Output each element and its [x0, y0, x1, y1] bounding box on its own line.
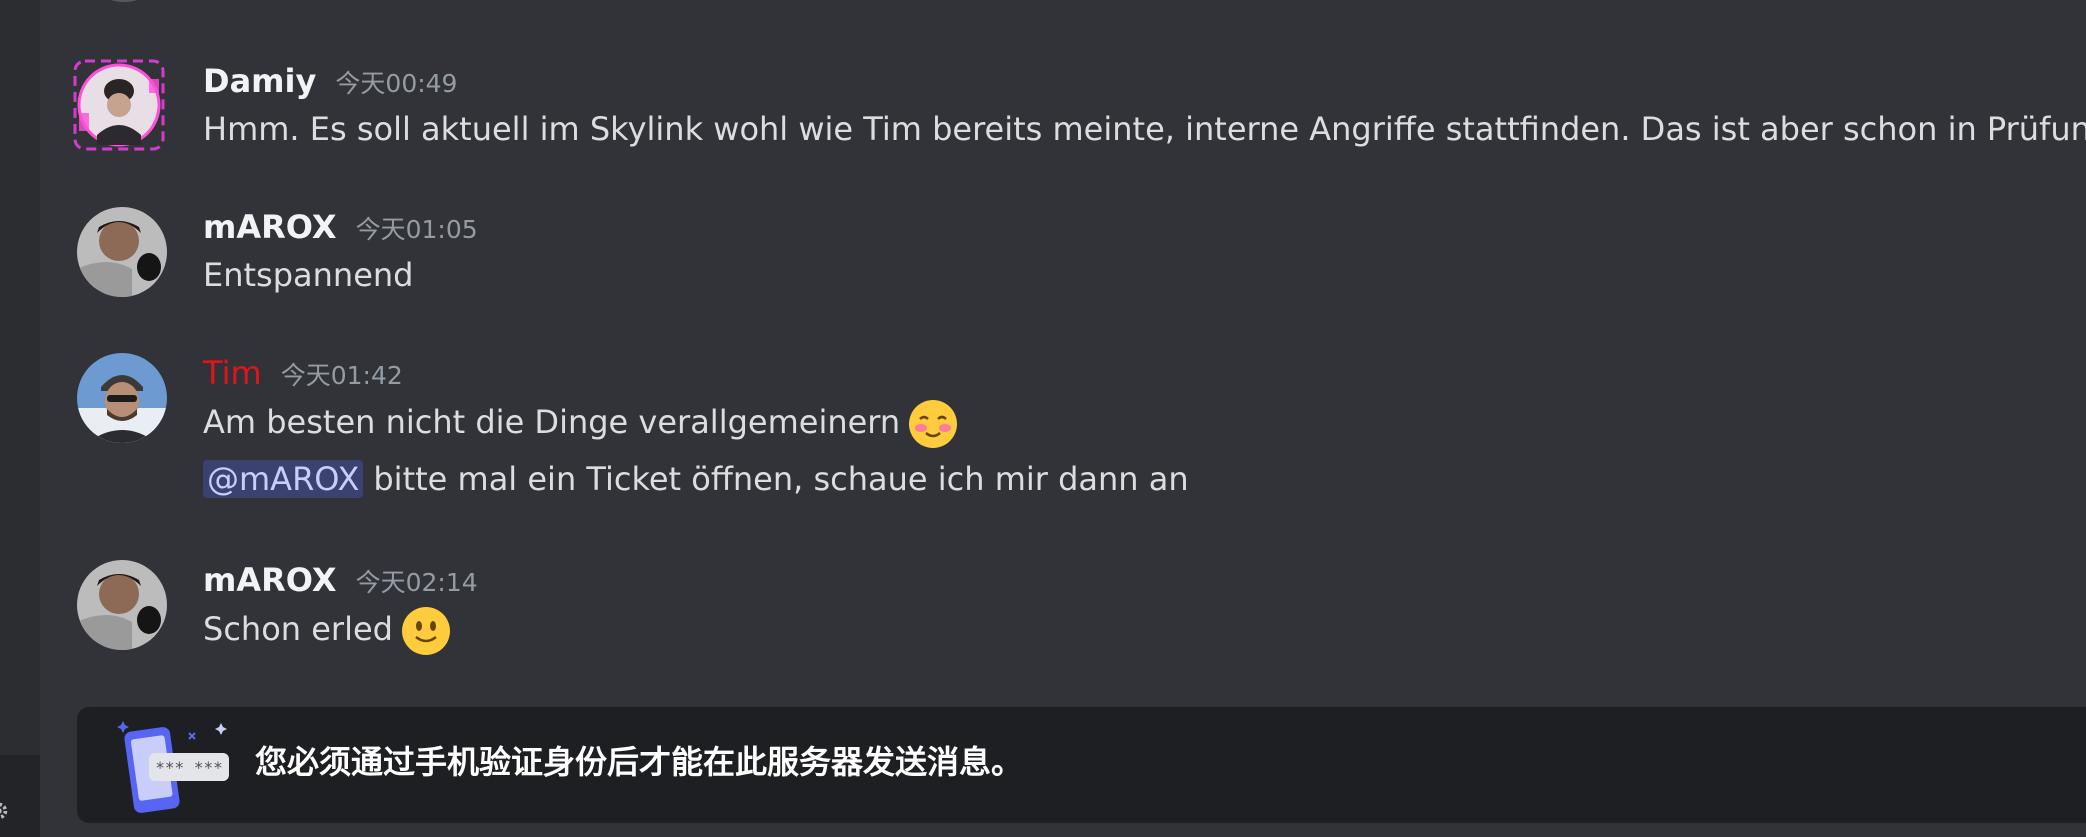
user-avatar[interactable]: [77, 560, 167, 650]
message-text: Schon erled: [203, 606, 451, 656]
decorated-avatar-icon: [73, 59, 165, 151]
user-avatar[interactable]: [73, 59, 167, 151]
phone-verification-notice: *** *** 您必须通过手机验证身份后才能在此服务器发送消息。: [77, 707, 2086, 823]
message-text-content: Am besten nicht die Dinge verallgemeiner…: [203, 403, 901, 441]
slightly-smiling-face-emoji-icon: [401, 607, 450, 655]
message-item: mAROX 今天02:14 Schon erled: [0, 560, 2086, 660]
previous-message-avatar[interactable]: [79, 0, 169, 2]
phone-verification-icon: *** ***: [117, 721, 229, 813]
settings-gear-icon[interactable]: [0, 800, 10, 822]
masked-code-text: *** ***: [155, 758, 222, 777]
message-text-content: Schon erled: [203, 610, 393, 648]
message-item: Damiy 今天00:49 Hmm. Es soll aktuell im Sk…: [0, 59, 2086, 171]
user-avatar-icon: [77, 353, 167, 443]
message-text: Entspannend: [203, 256, 414, 294]
message-timestamp: 今天01:05: [355, 215, 478, 244]
message-timestamp: 今天02:14: [355, 568, 478, 597]
message-text: @mAROX bitte mal ein Ticket öffnen, schau…: [203, 457, 1189, 501]
message-text: Am besten nicht die Dinge verallgemeiner…: [203, 399, 958, 449]
username[interactable]: Damiy: [203, 62, 316, 100]
username[interactable]: Tim: [203, 354, 262, 392]
previous-message-fragment: [203, 0, 293, 2]
message-text-content: bitte mal ein Ticket öffnen, schaue ich …: [373, 460, 1189, 498]
username[interactable]: mAROX: [203, 208, 336, 246]
message-timestamp: 今天01:42: [280, 361, 403, 390]
user-avatar[interactable]: [77, 353, 167, 443]
user-avatar-icon: [77, 207, 167, 297]
smiling-face-emoji-icon: [909, 400, 958, 448]
verification-message: 您必须通过手机验证身份后才能在此服务器发送消息。: [255, 743, 1024, 781]
message-item: Tim 今天01:42 Am besten nicht die Dinge ve…: [0, 353, 2086, 513]
username[interactable]: mAROX: [203, 561, 336, 599]
user-panel-edge: [0, 755, 40, 837]
message-timestamp: 今天00:49: [335, 69, 458, 98]
user-avatar-icon: [77, 560, 167, 650]
user-avatar[interactable]: [77, 207, 167, 297]
message-item: mAROX 今天01:05 Entspannend: [0, 207, 2086, 307]
message-text: Hmm. Es soll aktuell im Skylink wohl wie…: [203, 110, 2086, 148]
user-mention[interactable]: @mAROX: [203, 460, 364, 498]
